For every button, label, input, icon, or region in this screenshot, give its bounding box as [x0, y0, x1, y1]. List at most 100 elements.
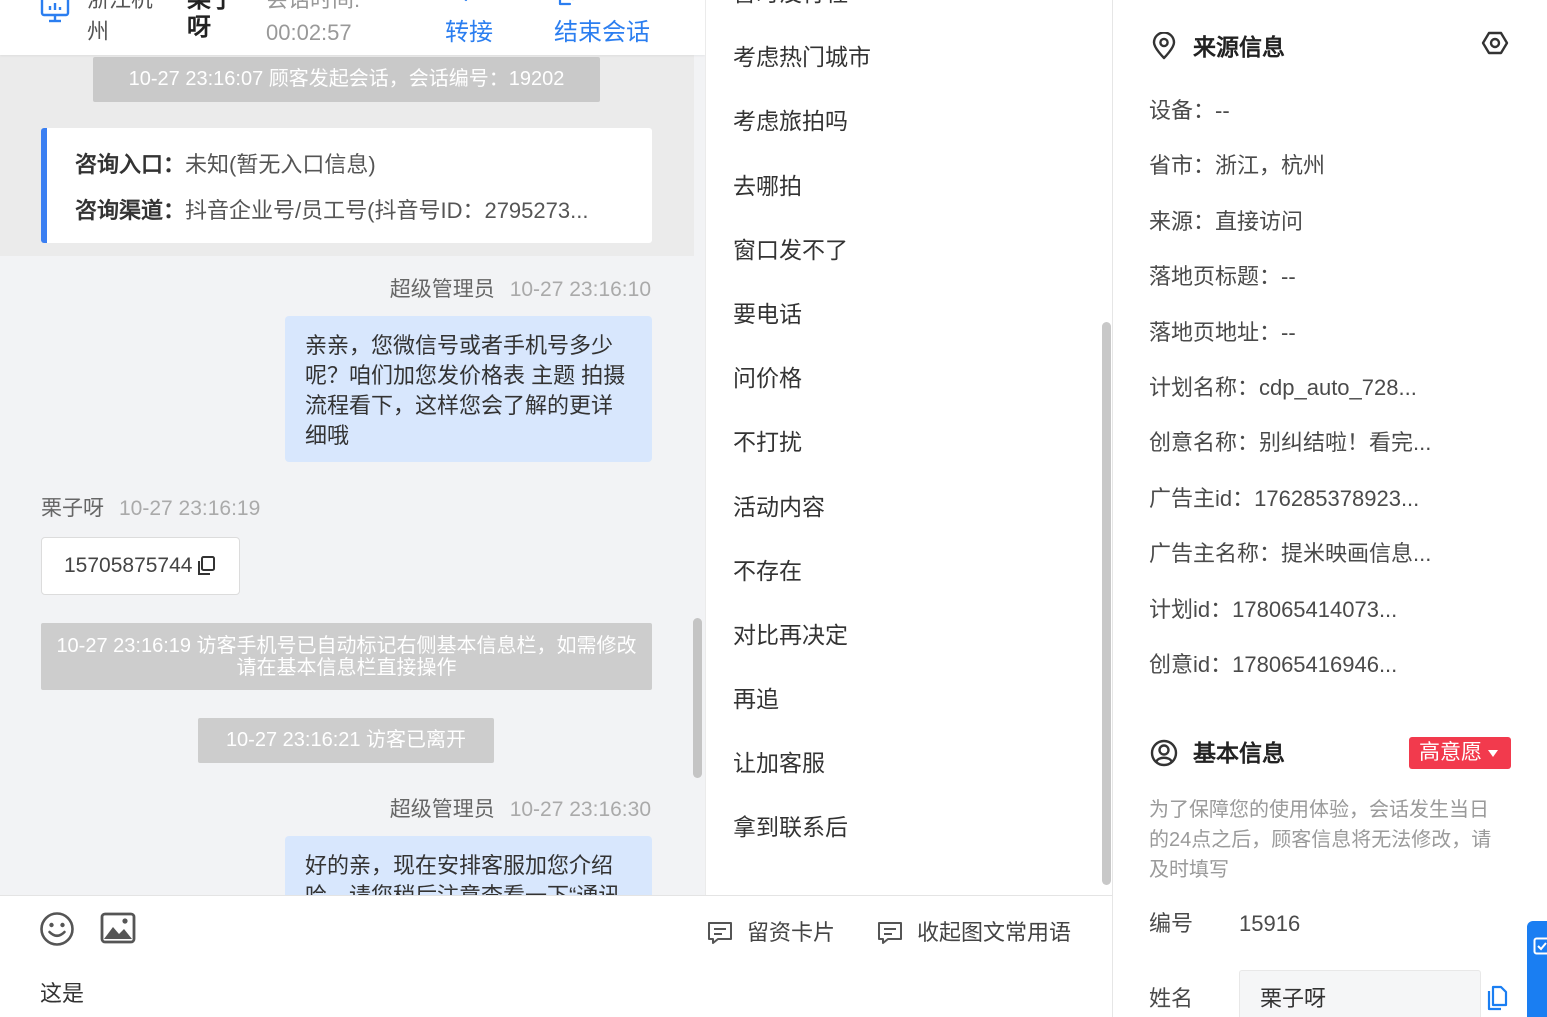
agent-message-bubble: 亲亲，您微信号或者手机号多少呢？咱们加您发价格表 主题 拍摄流程看下，这样您会了…: [285, 316, 652, 462]
quick-phrase-item[interactable]: 不存在: [733, 539, 871, 603]
quick-phrase-item[interactable]: 问价格: [733, 346, 871, 410]
lead-card-button[interactable]: 留资卡片: [706, 918, 835, 948]
consult-channel-row: 咨询渠道：抖音企业号/员工号(抖音号ID：2795273...: [75, 196, 588, 226]
consult-entry-card: 咨询入口：未知(暂无入口信息) 咨询渠道：抖音企业号/员工号(抖音号ID：279…: [41, 128, 652, 243]
source-row-value: 别纠结啦！看完...: [1259, 430, 1432, 456]
quick-phrase-list: 暂时没行程 考虑热门城市 考虑旅拍吗 去哪拍 窗口发不了 要电话 问价格 不打扰…: [733, 0, 871, 860]
quick-phrase-item[interactable]: 去哪拍: [733, 154, 871, 218]
source-row-label: 广告主id：: [1149, 485, 1255, 511]
quick-phrase-item[interactable]: 让加客服: [733, 731, 871, 795]
image-icon[interactable]: [100, 912, 136, 944]
transfer-button[interactable]: 转接: [440, 0, 498, 55]
chat-panel: 浙江杭州 栗子呀 会话时间: 00:02:57 转接 结束会话 10-27 23…: [0, 0, 705, 895]
user-circle-icon: [1150, 739, 1178, 767]
message-meta: 超级管理员 10-27 23:16:10: [390, 276, 651, 304]
intent-level-dropdown[interactable]: 高意愿: [1409, 737, 1511, 769]
smile-icon[interactable]: [39, 911, 75, 947]
copy-icon[interactable]: [1485, 985, 1509, 1011]
hexagon-settings-icon[interactable]: [1480, 28, 1510, 58]
quick-phrase-item[interactable]: 窗口发不了: [733, 218, 871, 282]
source-row-label: 设备：: [1149, 98, 1216, 123]
message-time: 10-27 23:16:30: [509, 798, 651, 821]
basic-info-title: 基本信息: [1193, 740, 1285, 766]
system-notice-phone-tagged: 10-27 23:16:19 访客手机号已自动标记右侧基本信息栏，如需修改请在基…: [41, 623, 652, 690]
source-row-label: 来源：: [1149, 208, 1216, 234]
source-row-region: 省市：浙江，杭州: [1149, 138, 1529, 193]
intent-level-label: 高意愿: [1419, 741, 1482, 764]
source-row-creative-name: 创意名称：别纠结啦！看完...: [1149, 415, 1529, 470]
transfer-label: 转接: [445, 19, 493, 46]
visitor-id-label: 编号: [1149, 911, 1194, 936]
end-session-button[interactable]: 结束会话: [550, 0, 654, 55]
location-pin-icon: [1150, 32, 1178, 60]
message-input[interactable]: 这是: [40, 979, 84, 1009]
visitor-phone-text: 15705875744: [64, 554, 193, 577]
source-row-label: 省市：: [1149, 153, 1216, 179]
floating-side-tab[interactable]: [1527, 921, 1547, 1017]
consult-entry-row: 咨询入口：未知(暂无入口信息): [75, 150, 376, 180]
source-row-value: 浙江，杭州: [1215, 153, 1326, 179]
source-row-creative-id: 创意id：178065416946...: [1149, 637, 1529, 692]
message-card-icon: [706, 920, 734, 946]
source-row-advertiser-name: 广告主名称：提米映画信息...: [1149, 526, 1529, 581]
source-row-label: 创意id：: [1149, 651, 1233, 677]
collapse-phrases-label: 收起图文常用语: [917, 920, 1072, 945]
source-row-landing-url: 落地页地址：--: [1149, 305, 1529, 360]
consult-entry-value: 未知(暂无入口信息): [185, 152, 376, 177]
source-info-list: 设备：-- 省市：浙江，杭州 来源：直接访问 落地页标题：-- 落地页地址：--…: [1149, 83, 1529, 692]
transfer-icon: [457, 0, 481, 4]
session-time-value: 00:02:57: [266, 20, 352, 45]
end-session-icon: [556, 0, 580, 7]
source-row-landing-title: 落地页标题：--: [1149, 249, 1529, 304]
source-row-advertiser-id: 广告主id：176285378923...: [1149, 471, 1529, 526]
quick-phrase-item[interactable]: 活动内容: [733, 475, 871, 539]
quick-phrase-item[interactable]: 不打扰: [733, 410, 871, 474]
chat-header: 浙江杭州 栗子呀 会话时间: 00:02:57 转接 结束会话: [0, 0, 705, 55]
agent-message-bubble: 好的亲，现在安排客服加您介绍哈，请您稍后注意查看一下“通讯: [285, 836, 652, 895]
quick-phrase-item[interactable]: 对比再决定: [733, 603, 871, 667]
source-row-label: 计划id：: [1149, 596, 1233, 622]
source-row-label: 落地页标题：: [1149, 264, 1282, 290]
quick-phrase-item[interactable]: 暂时没行程: [733, 0, 871, 25]
visitor-location: 浙江杭州: [87, 0, 153, 44]
source-row-campaign-id: 计划id：178065414073...: [1149, 582, 1529, 637]
chat-scrollbar[interactable]: [693, 618, 702, 778]
visitor-name-label: 姓名: [1149, 986, 1194, 1011]
edit-deadline-notice: 为了保障您的使用体验，会话发生当日的24点之后，顾客信息将无法修改，请及时填写: [1149, 799, 1492, 881]
quick-phrase-item[interactable]: 拿到联系后: [733, 795, 871, 859]
source-info-title: 来源信息: [1193, 34, 1285, 60]
quick-phrase-item[interactable]: 考虑旅拍吗: [733, 89, 871, 153]
source-row-label: 创意名称：: [1149, 430, 1260, 456]
message-time: 10-27 23:16:10: [509, 278, 651, 301]
visitor-info-panel: 来源信息 设备：-- 省市：浙江，杭州 来源：直接访问 落地页标题：-- 落地页…: [1112, 0, 1547, 1017]
source-row-value: 提米映画信息...: [1281, 541, 1432, 567]
message-sender: 超级管理员: [389, 798, 495, 821]
quick-phrase-item[interactable]: 再追: [733, 667, 871, 731]
source-row-referrer: 来源：直接访问: [1149, 194, 1529, 249]
quick-phrases-scrollbar[interactable]: [1102, 322, 1111, 885]
message-meta: 超级管理员 10-27 23:16:30: [390, 796, 651, 824]
checklist-icon: [1533, 937, 1547, 955]
source-row-value: 直接访问: [1215, 208, 1304, 234]
visitor-name-field[interactable]: 栗子呀: [1239, 970, 1481, 1017]
end-session-label: 结束会话: [554, 19, 650, 46]
message-time: 10-27 23:16:19: [119, 497, 261, 520]
visitor-id-value: 15916: [1239, 911, 1301, 936]
quick-phrase-item[interactable]: 要电话: [733, 282, 871, 346]
system-notice-session-start: 10-27 23:16:07 顾客发起会话，会话编号：19202: [93, 57, 600, 102]
source-row-value: --: [1281, 319, 1296, 345]
session-time-label: 会话时间:: [266, 0, 360, 16]
source-row-value: --: [1215, 98, 1230, 123]
consult-entry-label: 咨询入口：: [75, 152, 186, 177]
copy-icon[interactable]: [194, 555, 216, 577]
source-row-value: cdp_auto_728...: [1259, 374, 1417, 400]
quick-phrases-panel: 暂时没行程 考虑热门城市 考虑旅拍吗 去哪拍 窗口发不了 要电话 问价格 不打扰…: [705, 0, 1112, 895]
consult-channel-label: 咨询渠道：: [75, 198, 186, 223]
quick-phrase-item[interactable]: 考虑热门城市: [733, 25, 871, 89]
consult-channel-value: 抖音企业号/员工号(抖音号ID：2795273...: [185, 198, 589, 223]
collapse-phrases-button[interactable]: 收起图文常用语: [876, 918, 1071, 948]
source-row-label: 广告主名称：: [1149, 541, 1282, 567]
message-composer: 留资卡片 收起图文常用语 这是: [0, 895, 1112, 1017]
source-row-device: 设备：--: [1149, 83, 1529, 138]
source-row-label: 计划名称：: [1149, 374, 1260, 400]
